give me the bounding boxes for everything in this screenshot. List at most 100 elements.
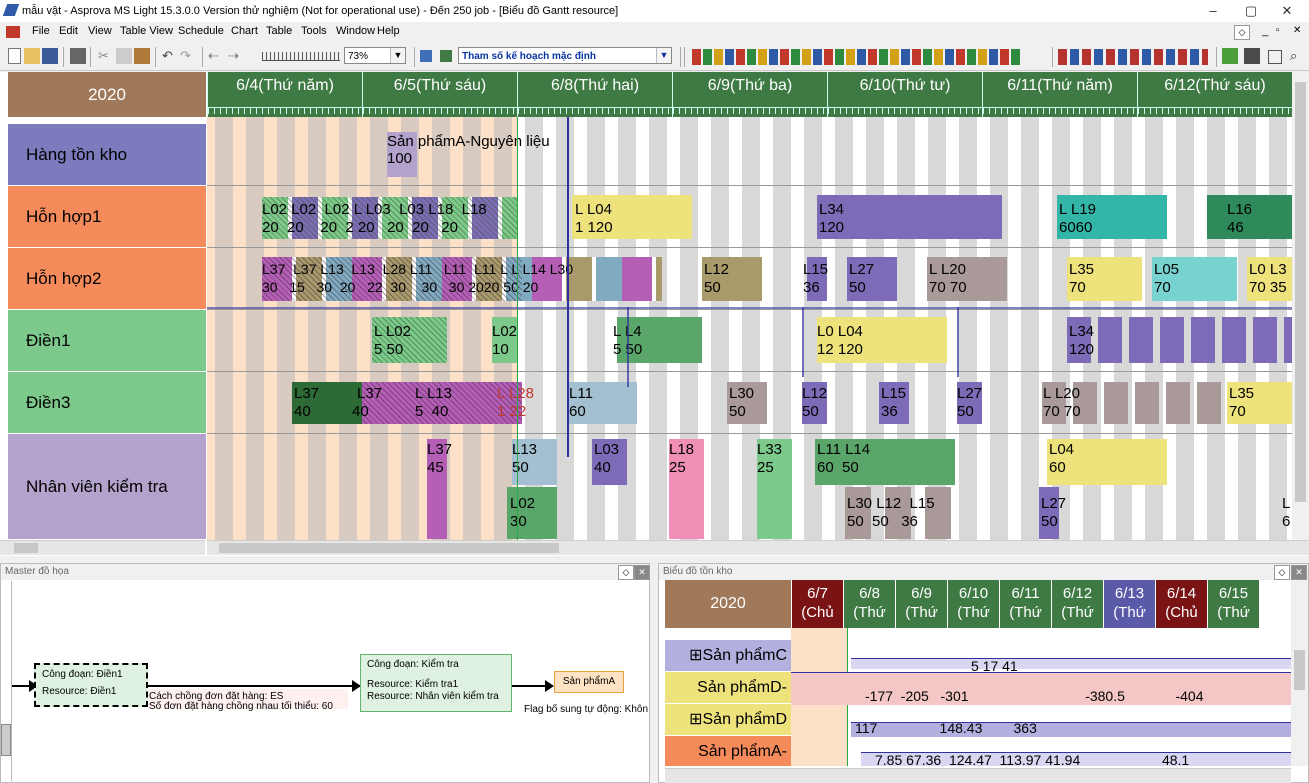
operation-bar[interactable]	[1039, 487, 1059, 539]
pane-close-button[interactable]: ✕	[1291, 565, 1307, 580]
menu-chart[interactable]: Chart	[231, 25, 258, 37]
resource-row-inspector[interactable]: Nhân viên kiểm tra	[8, 434, 206, 540]
inventory-row-product-a-minus[interactable]: Sản phẩmA-	[665, 736, 791, 766]
menu-window[interactable]: Window	[336, 25, 375, 37]
operation-bar[interactable]	[592, 439, 627, 485]
operation-bar[interactable]	[815, 439, 955, 485]
menu-help[interactable]: Help	[377, 25, 400, 37]
inventory-row-product-c[interactable]: ⊞Sản phẩmC	[665, 640, 791, 672]
save-icon[interactable]	[42, 48, 58, 64]
operation-bar[interactable]	[507, 487, 557, 539]
redo-icon[interactable]: ↷	[180, 48, 196, 64]
operation-bar[interactable]	[879, 382, 909, 424]
window-icon[interactable]	[1268, 50, 1282, 64]
operation-bar[interactable]	[1067, 317, 1292, 363]
operation-bar[interactable]	[1152, 257, 1237, 301]
menu-table-view[interactable]: Table View	[120, 25, 173, 37]
operation-bar[interactable]	[427, 439, 447, 539]
operation-bar[interactable]	[1047, 439, 1167, 485]
operation-bar[interactable]	[492, 317, 517, 363]
operation-bar[interactable]	[927, 257, 1007, 301]
inventory-date-header[interactable]: 6/13 (Thứ	[1103, 580, 1155, 628]
forward-arrow-icon[interactable]: ⇢	[228, 48, 244, 64]
inventory-date-header[interactable]: 6/9 (Thứ	[895, 580, 947, 628]
back-arrow-icon[interactable]: ⇠	[208, 48, 224, 64]
operation-bar[interactable]	[807, 257, 827, 301]
date-header-6-11[interactable]: 6/11(Thứ năm)	[982, 72, 1137, 117]
mdi-restore-icon[interactable]: ▫	[1276, 25, 1280, 36]
date-header-6-12[interactable]: 6/12(Thứ sáu)	[1137, 72, 1292, 117]
new-file-icon[interactable]	[8, 48, 21, 64]
mdi-minimize-button[interactable]: _	[1262, 25, 1268, 37]
operation-bar[interactable]	[727, 382, 767, 424]
date-header-6-5[interactable]: 6/5(Thứ sáu)	[362, 72, 517, 117]
operation-bar[interactable]	[292, 382, 362, 424]
operation-bar[interactable]	[957, 382, 982, 424]
pane-pin-button[interactable]: ◇	[618, 565, 634, 580]
date-header-6-10[interactable]: 6/10(Thứ tư)	[827, 72, 982, 117]
operation-bar[interactable]	[567, 382, 637, 424]
mdi-close-button[interactable]: ✕	[1293, 25, 1301, 36]
operation-bar[interactable]	[669, 439, 704, 539]
schedule-commands-icons[interactable]	[692, 49, 1022, 65]
inventory-date-header[interactable]: 6/10 (Thứ	[947, 580, 999, 628]
process-node-fill1[interactable]: Công đoạn: Điền1 Resource: Điền1	[34, 663, 148, 707]
inventory-vertical-scrollbar[interactable]	[1291, 580, 1308, 766]
pane-pin-button[interactable]: ◇	[1274, 565, 1290, 580]
zoom-combo[interactable]: 73% ▼	[344, 47, 406, 64]
operation-bar[interactable]	[817, 317, 947, 363]
inventory-bar[interactable]	[387, 132, 417, 177]
resource-row-mixer2[interactable]: Hỗn hợp2	[8, 248, 206, 310]
paste-icon[interactable]	[134, 48, 150, 64]
operation-bar[interactable]	[1042, 382, 1222, 424]
menu-file[interactable]: File	[32, 25, 50, 37]
splitter-handle[interactable]	[1, 724, 11, 756]
process-node-inspection[interactable]: Công đoạn: Kiểm tra Resource: Kiểm tra1 …	[360, 654, 512, 712]
inventory-date-header[interactable]: 6/14 (Chủ	[1155, 580, 1207, 628]
plan-icon[interactable]	[440, 50, 452, 62]
inventory-date-header[interactable]: 6/11 (Thứ	[999, 580, 1051, 628]
inventory-row-product-d[interactable]: ⊞Sản phẩmD	[665, 704, 791, 736]
operation-bar[interactable]	[512, 439, 557, 485]
help-icon[interactable]	[1244, 48, 1260, 64]
resource-row-fill3[interactable]: Điền3	[8, 372, 206, 434]
operation-bar[interactable]	[1067, 257, 1142, 301]
inventory-row-product-d-minus[interactable]: Sản phẩmD-	[665, 672, 791, 704]
plan-parameter-combo[interactable]: Tham số kế hoạch mặc định ▼	[458, 47, 672, 64]
inventory-date-header[interactable]: 6/7 (Chủ	[791, 580, 843, 628]
inventory-date-header[interactable]: 6/15 (Thứ	[1207, 580, 1259, 628]
menu-view[interactable]: View	[88, 25, 112, 37]
operation-bar[interactable]	[1247, 257, 1292, 301]
zoom-slider[interactable]	[262, 52, 340, 61]
date-header-6-4[interactable]: 6/4(Thứ năm)	[207, 72, 362, 117]
inventory-date-header[interactable]: 6/12 (Thứ	[1051, 580, 1103, 628]
close-button[interactable]: ✕	[1272, 2, 1302, 20]
sync-icon[interactable]	[1222, 48, 1238, 64]
menu-table[interactable]: Table	[266, 25, 292, 37]
copy-icon[interactable]	[116, 48, 132, 64]
search-icon[interactable]: ⌕	[1290, 48, 1306, 64]
maximize-button[interactable]: ▢	[1236, 2, 1266, 20]
date-header-6-9[interactable]: 6/9(Thứ ba)	[672, 72, 827, 117]
operation-bar[interactable]	[1227, 382, 1292, 424]
menu-edit[interactable]: Edit	[59, 25, 78, 37]
inventory-label-scrollbar[interactable]	[665, 768, 791, 783]
menu-schedule[interactable]: Schedule	[178, 25, 224, 37]
product-node-a[interactable]: Sản phẩmA	[554, 671, 624, 693]
operation-bar[interactable]	[847, 257, 897, 301]
operation-bar[interactable]	[1207, 195, 1292, 239]
inventory-horizontal-scrollbar[interactable]	[791, 768, 1291, 783]
operation-bar[interactable]	[702, 257, 762, 301]
operation-bar[interactable]	[572, 195, 692, 239]
operation-bar[interactable]	[757, 439, 792, 539]
resource-row-fill1[interactable]: Điền1	[8, 310, 206, 372]
chart-tools-icons[interactable]	[1058, 49, 1208, 65]
inventory-date-header[interactable]: 6/8 (Thứ	[843, 580, 895, 628]
operation-bar[interactable]	[817, 195, 1002, 239]
minimize-button[interactable]: –	[1198, 2, 1228, 20]
menu-tools[interactable]: Tools	[301, 25, 327, 37]
print-icon[interactable]	[70, 48, 86, 64]
insert-icon[interactable]	[420, 50, 432, 62]
pane-close-button[interactable]: ✕	[634, 565, 650, 580]
gantt-horizontal-scrollbar[interactable]	[207, 540, 1309, 555]
